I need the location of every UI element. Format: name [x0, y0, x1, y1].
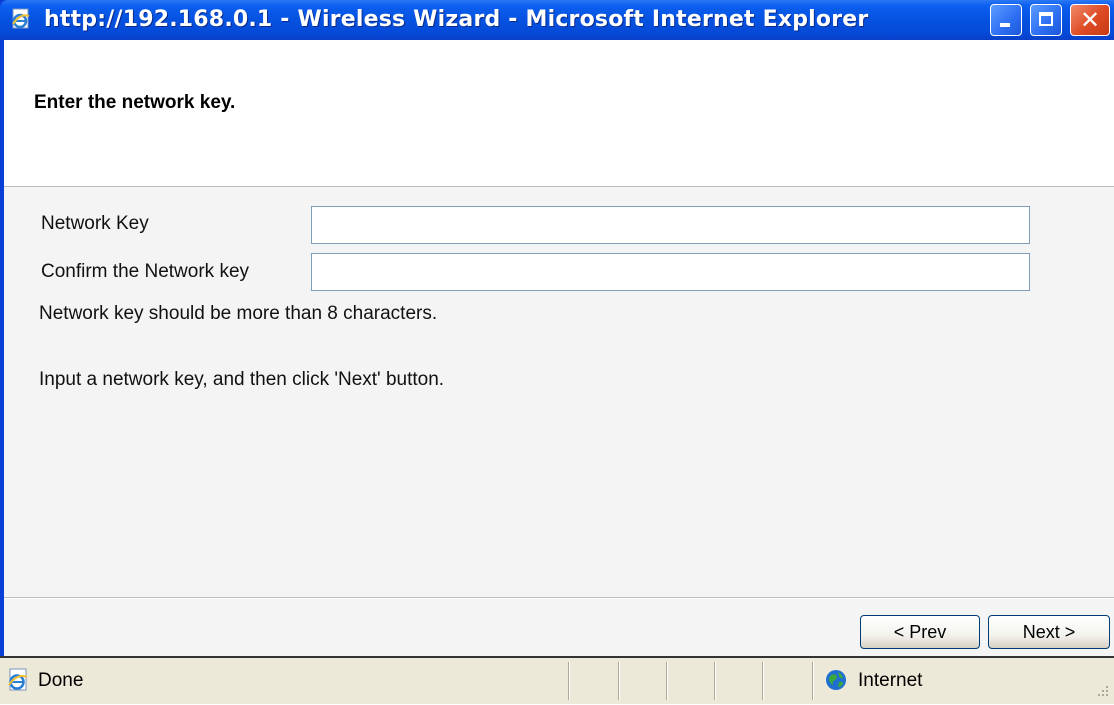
- maximize-button[interactable]: [1030, 4, 1062, 36]
- title-bar[interactable]: http://192.168.0.1 - Wireless Wizard - M…: [0, 0, 1114, 40]
- wizard-header: Enter the network key.: [4, 40, 1114, 187]
- window-title: http://192.168.0.1 - Wireless Wizard - M…: [44, 7, 869, 32]
- status-separator: [714, 662, 716, 700]
- instruction-text: Input a network key, and then click 'Nex…: [39, 369, 445, 390]
- resize-grip-icon[interactable]: [1092, 682, 1110, 700]
- security-zone-label: Internet: [858, 670, 923, 691]
- globe-icon: [824, 668, 848, 692]
- ie-page-icon: [6, 668, 30, 692]
- next-button[interactable]: Next >: [988, 615, 1110, 649]
- status-separator: [666, 662, 668, 700]
- close-icon: ✕: [1079, 6, 1101, 34]
- maximize-icon: [1039, 12, 1053, 26]
- minimize-icon: [1000, 23, 1010, 27]
- network-key-input[interactable]: [311, 206, 1030, 244]
- status-separator: [568, 662, 570, 700]
- confirm-key-input[interactable]: [311, 253, 1030, 291]
- footer-divider: [4, 597, 1114, 599]
- minimize-button[interactable]: [990, 4, 1022, 36]
- prev-button[interactable]: < Prev: [860, 615, 980, 649]
- key-length-hint: Network key should be more than 8 charac…: [39, 303, 438, 324]
- ie-page-icon: [10, 8, 32, 30]
- confirm-key-label: Confirm the Network key: [41, 261, 250, 282]
- network-key-label: Network Key: [41, 213, 149, 234]
- status-separator: [762, 662, 764, 700]
- status-separator: [618, 662, 620, 700]
- status-separator: [812, 662, 814, 700]
- browser-window: http://192.168.0.1 - Wireless Wizard - M…: [0, 0, 1114, 704]
- status-bar: Done Internet: [0, 656, 1114, 704]
- close-button[interactable]: ✕: [1070, 4, 1110, 36]
- status-text: Done: [38, 670, 84, 691]
- page-title: Enter the network key.: [34, 92, 236, 113]
- wizard-content: Enter the network key. Network Key Confi…: [4, 40, 1114, 656]
